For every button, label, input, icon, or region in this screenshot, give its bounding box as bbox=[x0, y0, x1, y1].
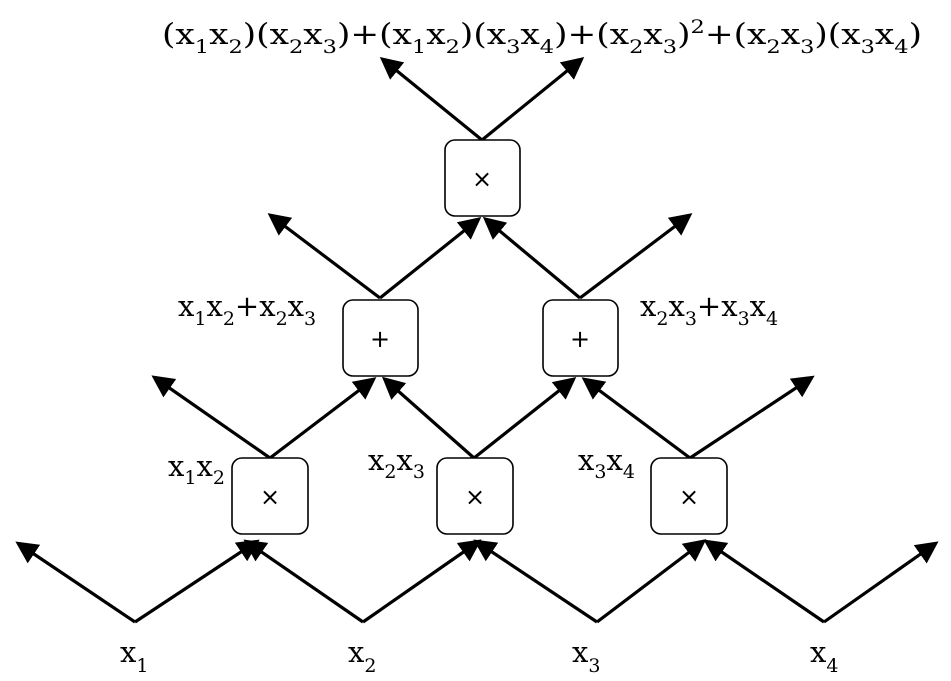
edge-x3-to-mul23 bbox=[473, 539, 598, 624]
edge-mul23-to-addR bbox=[473, 377, 577, 460]
edge-x2-to-mul23 bbox=[362, 539, 482, 624]
edge-addL-left bbox=[267, 213, 381, 300]
multiply-node-x1x2: × bbox=[231, 457, 309, 535]
edge-mulTop-left bbox=[379, 56, 484, 142]
output-expression: (x 1x 2)(x 2x 3)+ (x 1x 2)(x 3x 4)+ (x 2x 3) 2+ (x 2x 3)… bbox=[162, 16, 922, 58]
product-label-x3x4: x3x4 bbox=[578, 443, 635, 483]
edges-layer-top bbox=[379, 56, 585, 142]
input-label-x3: x3 bbox=[572, 635, 600, 677]
sum-label-left: x1x2+x2x3 bbox=[178, 289, 316, 330]
add-node-left: + bbox=[342, 299, 419, 377]
add-symbol: + bbox=[370, 325, 390, 353]
edges-layer-inputs bbox=[15, 539, 939, 624]
input-label-x2: x2 bbox=[348, 635, 376, 677]
multiply-node-top: × bbox=[444, 139, 521, 217]
multiply-node-x3x4: × bbox=[650, 457, 728, 535]
computation-diagram: × × × + + × x1 x2 x3 x4 x1x2 x2x3 x3x4 x… bbox=[15, 16, 939, 677]
edge-mul34-to-addR bbox=[581, 377, 691, 460]
edge-mul34-right bbox=[689, 375, 815, 460]
product-label-x2x3: x2x3 bbox=[368, 443, 425, 483]
edge-mul12-left bbox=[151, 375, 271, 460]
add-symbol: + bbox=[570, 325, 590, 353]
multiply-symbol: × bbox=[465, 483, 485, 511]
edges-layer-products bbox=[151, 375, 815, 460]
input-label-x1: x1 bbox=[120, 635, 148, 677]
edge-x1-to-mul12 bbox=[134, 539, 260, 624]
product-label-x1x2: x1x2 bbox=[168, 449, 225, 489]
multiply-symbol: × bbox=[679, 483, 699, 511]
edge-addR-to-mulTop bbox=[482, 216, 582, 300]
multiply-symbol: × bbox=[260, 483, 280, 511]
multiply-node-x2x3: × bbox=[436, 457, 514, 535]
edge-addR-right bbox=[579, 213, 693, 300]
edge-x1-left bbox=[15, 541, 136, 624]
edge-addL-to-mulTop bbox=[379, 217, 482, 300]
edges-layer-sums bbox=[267, 213, 693, 300]
multiply-symbol: × bbox=[472, 165, 492, 193]
edge-x4-right bbox=[823, 541, 939, 624]
edge-x3-to-mul34 bbox=[596, 539, 707, 624]
input-label-x4: x4 bbox=[810, 635, 838, 677]
edge-x2-to-mul12 bbox=[243, 539, 364, 624]
add-node-right: + bbox=[542, 299, 619, 377]
sum-label-right: x2x3+x3x4 bbox=[640, 289, 778, 330]
edge-mulTop-right bbox=[480, 56, 585, 142]
edge-mul12-to-addL bbox=[269, 377, 377, 460]
edge-x4-to-mul34 bbox=[703, 539, 825, 624]
